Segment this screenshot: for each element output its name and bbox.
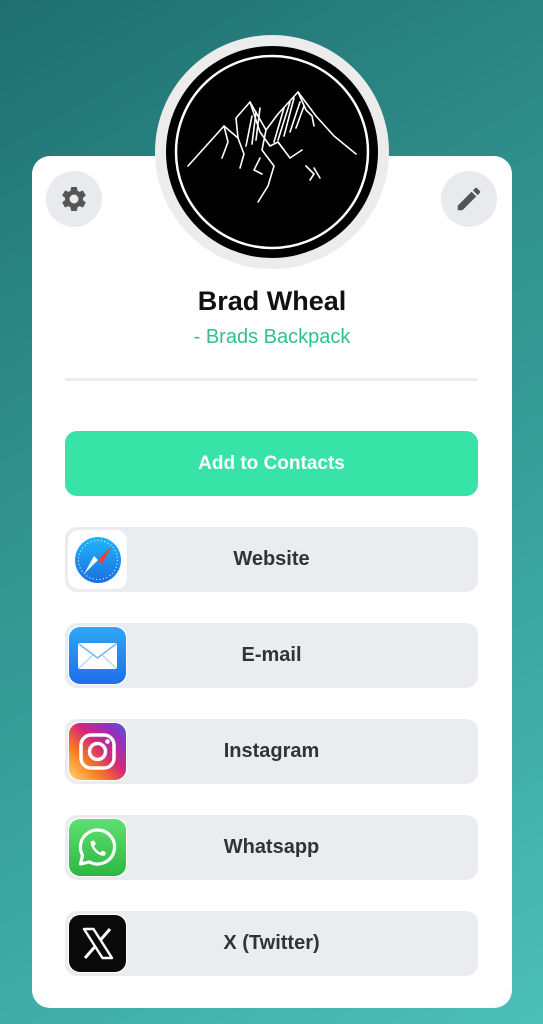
settings-button[interactable] [46, 171, 102, 227]
instagram-button[interactable]: Instagram [65, 719, 478, 784]
profile-name: Brad Wheal [197, 286, 347, 316]
divider [65, 378, 478, 381]
whatsapp-button[interactable]: Whatsapp [65, 815, 478, 880]
gear-icon [62, 186, 86, 211]
x-twitter-button[interactable]: X (Twitter) [65, 911, 478, 976]
avatar [155, 35, 389, 269]
profile-subtitle: - Brads Backpack [193, 326, 351, 348]
website-button[interactable]: Website [65, 527, 478, 592]
instagram-label: Instagram [223, 740, 320, 762]
email-button[interactable]: E-mail [65, 623, 478, 688]
edit-button[interactable] [441, 171, 497, 227]
x-twitter-label: X (Twitter) [223, 932, 320, 954]
website-label: Website [233, 548, 310, 570]
mountain-logo-icon [174, 54, 370, 250]
pencil-icon [457, 187, 481, 211]
add-to-contacts-button[interactable]: Add to Contacts [65, 431, 478, 496]
mountain-logo [166, 46, 378, 258]
email-label: E-mail [241, 644, 302, 666]
whatsapp-label: Whatsapp [223, 836, 320, 858]
